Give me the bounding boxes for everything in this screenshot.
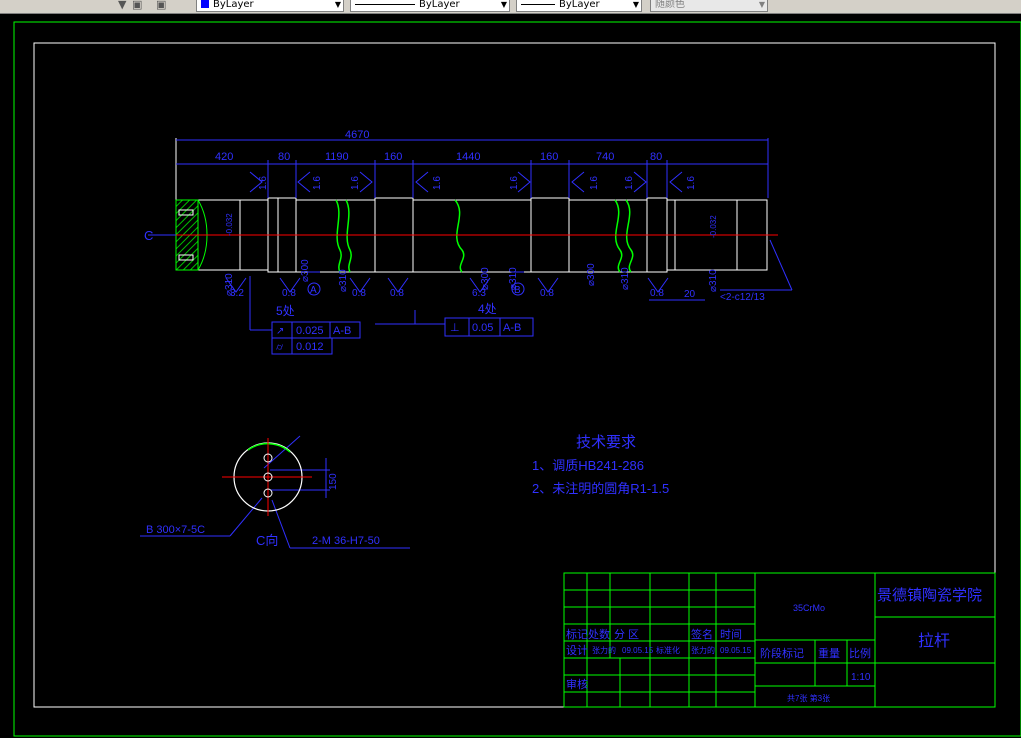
gdt-note-5: 5处 <box>276 304 295 318</box>
cylindricity-symbol-icon: ⌭ <box>276 342 284 353</box>
linetype-sample-icon <box>355 3 415 5</box>
lineweight-control[interactable]: ByLayer ▼ <box>516 0 642 12</box>
requirement-2: 2、未注明的圆角R1-1.5 <box>532 481 669 496</box>
chevron-down-icon: ▼ <box>758 0 765 9</box>
diameter-label: ⌀310 <box>708 269 719 292</box>
tb-label: 时间 <box>720 628 742 641</box>
color-control[interactable]: ByLayer ▼ <box>196 0 344 12</box>
tolerance-label: -0.032 <box>709 215 718 238</box>
roughness-label: 0.8 <box>390 288 404 299</box>
tb-label: 阶段标记 <box>760 646 804 660</box>
gdt-ref: A-B <box>333 325 351 337</box>
layer-state-icon[interactable]: ▣ <box>132 0 142 11</box>
gdt-value: 0.05 <box>472 322 493 334</box>
dim-seg5: 1440 <box>456 151 480 163</box>
drawing-frame <box>33 42 996 708</box>
properties-toolbar: ▼ ▣ ▣ ByLayer ▼ ByLayer ▼ ByLayer ▼ 随颜色 ▼ <box>0 0 1021 14</box>
dim-seg2: 80 <box>278 151 290 163</box>
linetype-control[interactable]: ByLayer ▼ <box>350 0 510 12</box>
datum-a: A <box>310 285 317 296</box>
diameter-label: ⌀300 <box>300 259 311 282</box>
diameter-label: ⌀300 <box>586 263 597 286</box>
tb-value: 标准化 <box>656 645 680 655</box>
chevron-down-icon: ▼ <box>500 0 507 9</box>
layer-previous-icon[interactable]: ▣ <box>156 0 166 11</box>
tb-label: 比例 <box>849 646 871 660</box>
datum-b: B <box>514 285 521 296</box>
tb-label: 重量 <box>818 646 840 660</box>
part-name: 拉杆 <box>918 632 950 650</box>
lineweight-sample-icon <box>521 3 555 5</box>
perpendicularity-symbol-icon: ⊥ <box>450 322 460 334</box>
roughness-label: 1.6 <box>258 176 269 190</box>
color-swatch-icon <box>201 0 209 8</box>
holes-label: 2-M 36-H7-50 <box>312 535 380 547</box>
sheet-count: 共7张 第3张 <box>787 693 830 703</box>
tb-value: 张力的 <box>691 645 715 655</box>
tb-value: 09.05.15 <box>622 646 654 655</box>
material-text: 35CrMo <box>793 603 825 613</box>
requirements-title: 技术要求 <box>576 434 636 451</box>
roughness-label: 1.6 <box>509 176 520 190</box>
school-name: 景德镇陶瓷学院 <box>877 586 982 604</box>
roughness-label: 1.6 <box>589 176 600 190</box>
diameter-label: ⌀300 <box>480 267 491 290</box>
end-view-dim: 150 <box>328 473 339 490</box>
dim-overall: 4670 <box>345 129 369 141</box>
roughness-label: 1.6 <box>350 176 361 190</box>
plotstyle-control[interactable]: 随颜色 ▼ <box>650 0 768 12</box>
tolerance-label: -0.032 <box>225 213 234 236</box>
roughness-label: 0.8 <box>650 288 664 299</box>
tb-label: 分 区 <box>614 628 639 641</box>
gdt-value: 0.012 <box>296 341 324 353</box>
requirement-1: 1、调质HB241-286 <box>532 458 644 473</box>
tb-value: 09.05.15 <box>720 646 752 655</box>
roughness-label: 1.6 <box>432 176 443 190</box>
gdt-ref: A-B <box>503 322 521 334</box>
dim-seg1: 420 <box>215 151 233 163</box>
roughness-label: 0.8 <box>352 288 366 299</box>
tb-label: 处数 <box>588 628 610 641</box>
roughness-label: 1.6 <box>312 176 323 190</box>
roughness-label: 1.6 <box>624 176 635 190</box>
thread-note: <2-c12/13 <box>720 292 765 303</box>
end-view: 150 B 300×7-5C 2-M 36-H7-50 C向 <box>146 438 380 548</box>
dim-seg8: 80 <box>650 151 662 163</box>
roughness-symbols <box>225 171 683 293</box>
chevron-down-icon: ▼ <box>334 0 341 9</box>
dropdown-arrow-icon[interactable]: ▼ <box>118 0 126 11</box>
dim-seg6: 160 <box>540 151 558 163</box>
scale-value: 1:10 <box>851 672 871 683</box>
diameter-label: ⌀310 <box>620 267 631 290</box>
roughness-label: 1.6 <box>686 176 697 190</box>
position-symbol-icon: ↗ <box>276 326 284 337</box>
roughness-label: 0.8 <box>282 288 296 299</box>
tb-label: 设计 <box>566 644 588 657</box>
dim-seg4: 160 <box>384 151 402 163</box>
dim-seg3: 1190 <box>325 151 349 163</box>
diameter-label: ⌀310 <box>224 273 235 296</box>
drawing-canvas[interactable]: 4670 420 80 1190 160 1440 160 740 80 1.6… <box>0 14 1021 738</box>
outer-border <box>13 21 1021 737</box>
tb-value: 张力的 <box>592 645 616 655</box>
gdt-frames: 5处 ↗ 0.025 A-B ⌭ 0.012 4处 ⊥ 0.05 A-B <box>271 302 534 355</box>
section-label-c: C <box>144 228 153 243</box>
roughness-label: 0.8 <box>540 288 554 299</box>
diameter-label: ⌀310 <box>338 269 349 292</box>
chevron-down-icon: ▼ <box>632 0 639 9</box>
gdt-value: 0.025 <box>296 325 324 337</box>
spline-label: B 300×7-5C <box>146 524 205 536</box>
tb-label: 签名 <box>691 627 713 641</box>
view-label: C向 <box>256 533 278 548</box>
chamfer-dim: 20 <box>684 289 696 300</box>
tb-label: 标记 <box>566 627 588 641</box>
tb-label: 审核 <box>566 677 588 691</box>
gdt-note-4: 4处 <box>478 302 497 316</box>
dim-seg7: 740 <box>596 151 614 163</box>
